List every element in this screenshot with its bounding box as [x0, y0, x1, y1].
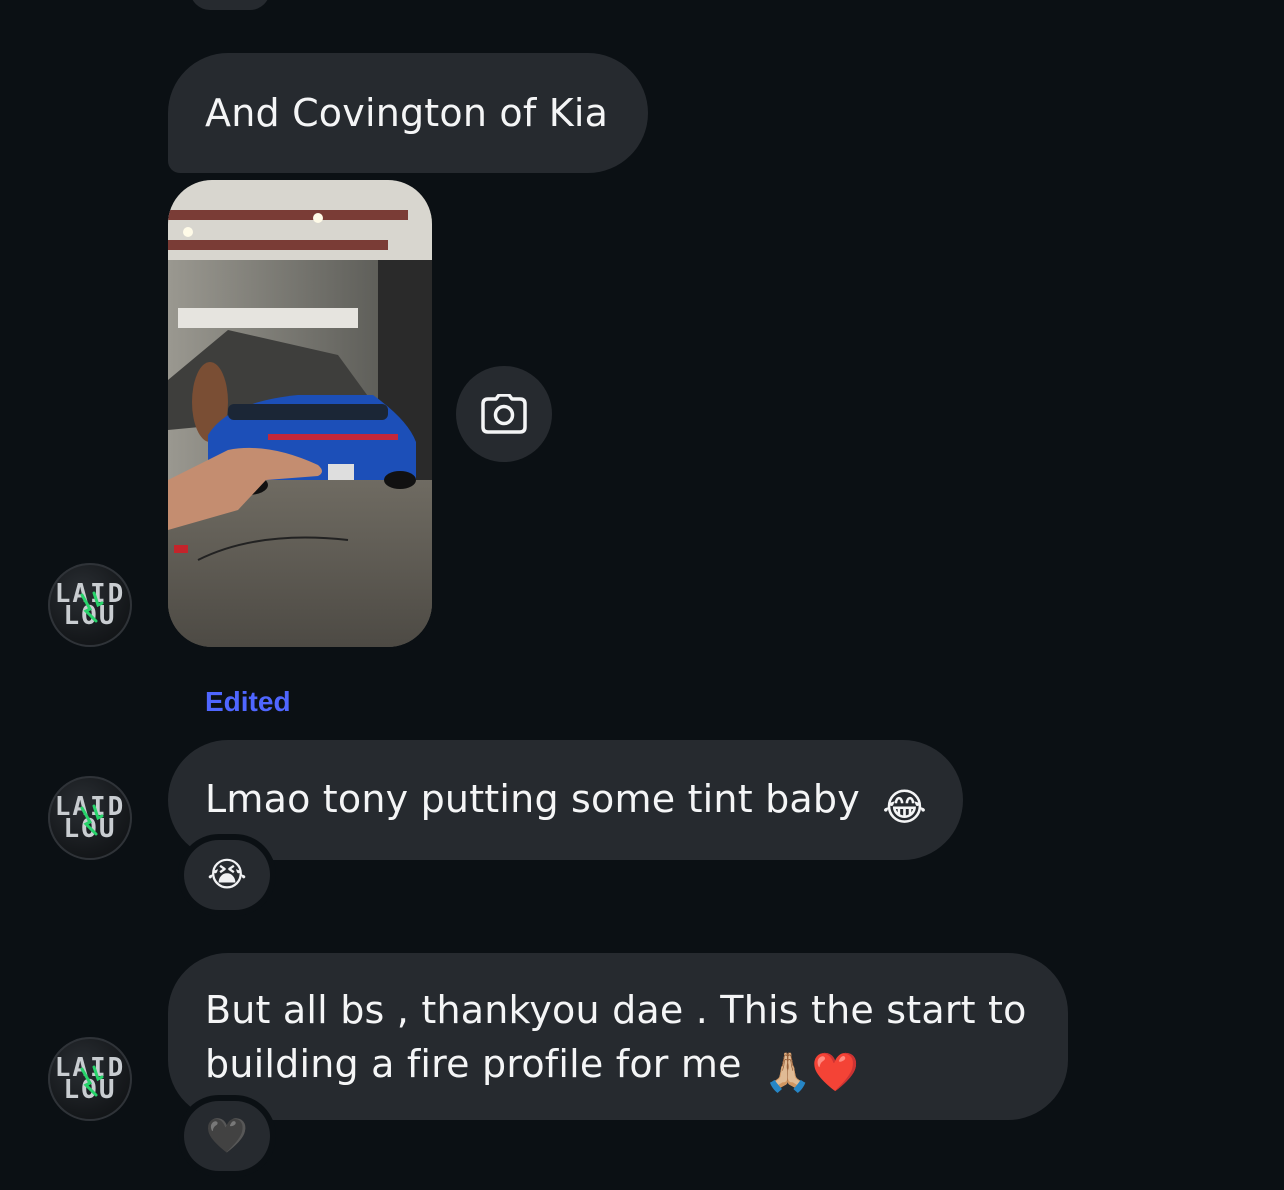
previous-message-bubble[interactable] [190, 0, 270, 10]
garage-photo [168, 180, 432, 647]
logo-scribble-icon [80, 804, 104, 836]
message-text: And Covington of Kia [205, 91, 609, 135]
avatar[interactable]: LAID LOU [48, 563, 132, 647]
message-text: Lmao tony putting some tint baby [205, 777, 860, 821]
loudly-crying-emoji: 😭 [207, 855, 247, 895]
edited-label: Edited [205, 686, 291, 717]
avatar[interactable]: LAID LOU [48, 1037, 132, 1121]
message-bubble[interactable]: And Covington of Kia [168, 53, 648, 173]
camera-icon [481, 394, 527, 434]
reaction-badge[interactable]: 😭 [184, 840, 270, 910]
view-photo-button[interactable] [456, 366, 552, 462]
photo-message[interactable] [168, 180, 432, 647]
tears-of-joy-emoji: 😂 [882, 785, 927, 829]
logo-scribble-icon [80, 1065, 104, 1097]
logo-scribble-icon [80, 591, 104, 623]
reaction-badge[interactable]: 🖤 [184, 1101, 270, 1171]
black-heart-emoji: 🖤 [205, 1116, 249, 1156]
avatar[interactable]: LAID LOU [48, 776, 132, 860]
message-text-line: building a fire profile for me [205, 1042, 742, 1086]
message-bubble[interactable]: Lmao tony putting some tint baby 😂 [168, 740, 963, 860]
message-bubble[interactable]: But all bs , thankyou dae . This the sta… [168, 953, 1068, 1120]
pray-heart-emoji: 🙏🏼❤️ [763, 1050, 859, 1094]
message-text-line: But all bs , thankyou dae . This the sta… [205, 988, 1027, 1032]
